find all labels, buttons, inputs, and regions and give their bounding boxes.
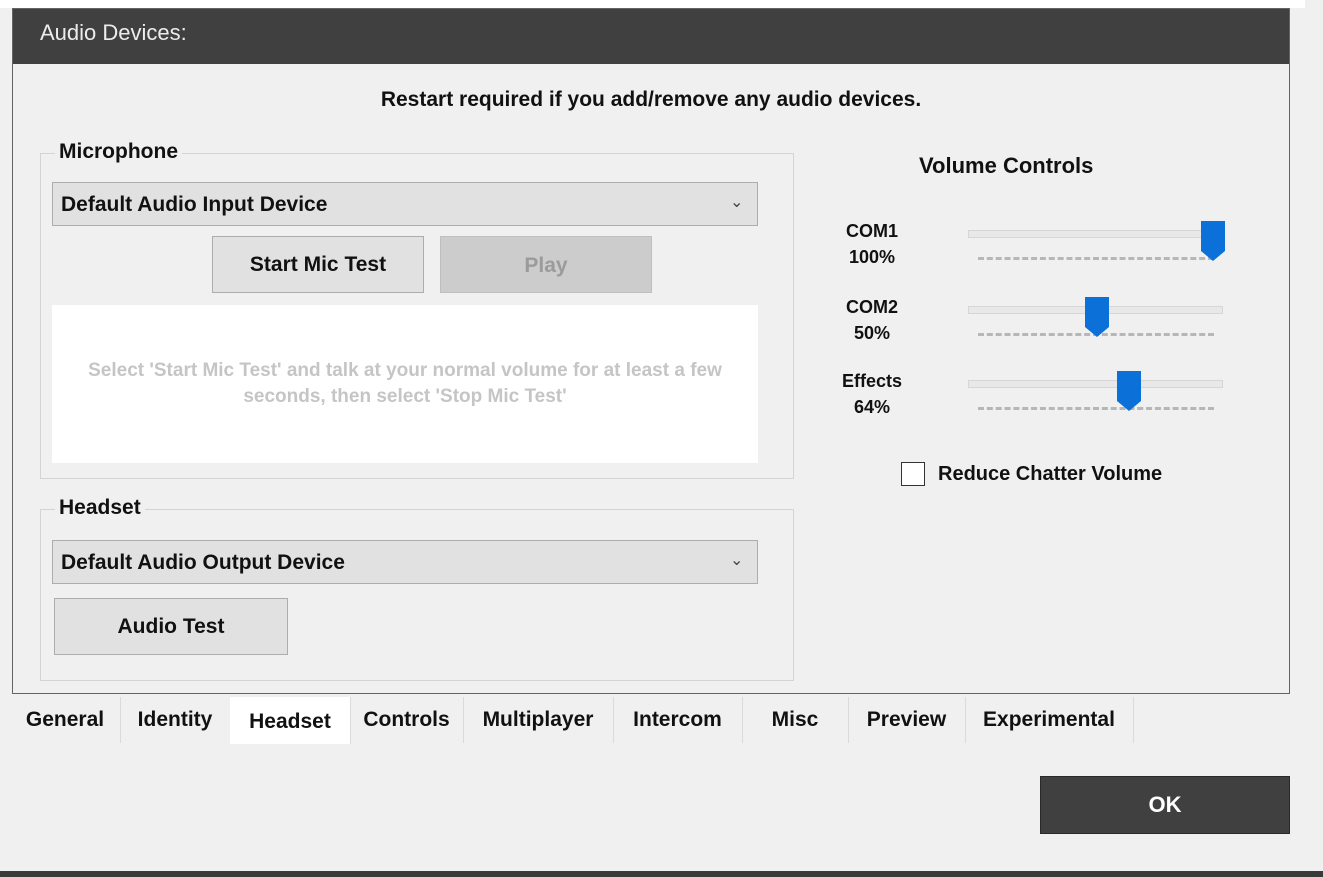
panel-title: Audio Devices: xyxy=(40,20,187,45)
slider-track-effects[interactable] xyxy=(968,380,1223,388)
audio-test-button[interactable]: Audio Test xyxy=(54,598,288,655)
slider-name: COM1 xyxy=(845,221,898,241)
reduce-chatter-checkbox[interactable] xyxy=(901,462,925,486)
tab-multiplayer[interactable]: Multiplayer xyxy=(463,697,614,743)
slider-value: 64% xyxy=(853,397,891,417)
tab-general[interactable]: General xyxy=(10,697,121,743)
slider-name: COM2 xyxy=(845,297,898,317)
start-mic-test-button[interactable]: Start Mic Test xyxy=(212,236,424,293)
window-frame-top xyxy=(0,0,1323,8)
slider-name: Effects xyxy=(841,371,903,391)
chevron-down-icon: ⌄ xyxy=(730,552,744,569)
ok-button[interactable]: OK xyxy=(1040,776,1290,834)
slider-ticks xyxy=(978,406,1214,410)
slider-label-com2: COM2 50% xyxy=(837,294,907,346)
slider-thumb-com1[interactable] xyxy=(1201,221,1225,261)
play-button[interactable]: Play xyxy=(440,236,652,293)
tab-intercom[interactable]: Intercom xyxy=(613,697,743,743)
chevron-down-icon: ⌄ xyxy=(730,194,744,211)
tab-identity[interactable]: Identity xyxy=(120,697,231,743)
tab-misc[interactable]: Misc xyxy=(742,697,849,743)
volume-controls-title: Volume Controls xyxy=(919,153,1094,178)
window-frame-right xyxy=(1305,0,1323,877)
microphone-device-value: Default Audio Input Device xyxy=(61,193,328,216)
slider-label-effects: Effects 64% xyxy=(837,368,907,420)
tab-preview[interactable]: Preview xyxy=(848,697,966,743)
slider-thumb-effects[interactable] xyxy=(1117,371,1142,411)
microphone-legend: Microphone xyxy=(55,140,182,164)
panel-title-bar xyxy=(13,9,1289,64)
window-frame-bottom xyxy=(0,871,1323,877)
slider-ticks xyxy=(978,256,1214,260)
headset-group xyxy=(40,509,794,681)
tab-headset[interactable]: Headset xyxy=(230,697,351,744)
headset-device-select[interactable]: Default Audio Output Device xyxy=(52,540,758,584)
slider-thumb-com2[interactable] xyxy=(1085,297,1109,337)
tab-controls[interactable]: Controls xyxy=(350,697,464,743)
headset-device-value: Default Audio Output Device xyxy=(61,551,345,574)
slider-value: 100% xyxy=(848,247,896,267)
mic-test-info-text: Select 'Start Mic Test' and talk at your… xyxy=(88,360,722,407)
tab-experimental[interactable]: Experimental xyxy=(965,697,1134,743)
microphone-device-select[interactable]: Default Audio Input Device xyxy=(52,182,758,226)
slider-track-com1[interactable] xyxy=(968,230,1223,238)
slider-value: 50% xyxy=(853,323,891,343)
headset-legend: Headset xyxy=(55,496,145,520)
slider-label-com1: COM1 100% xyxy=(837,218,907,270)
reduce-chatter-label: Reduce Chatter Volume xyxy=(938,463,1163,485)
restart-note: Restart required if you add/remove any a… xyxy=(380,88,922,111)
